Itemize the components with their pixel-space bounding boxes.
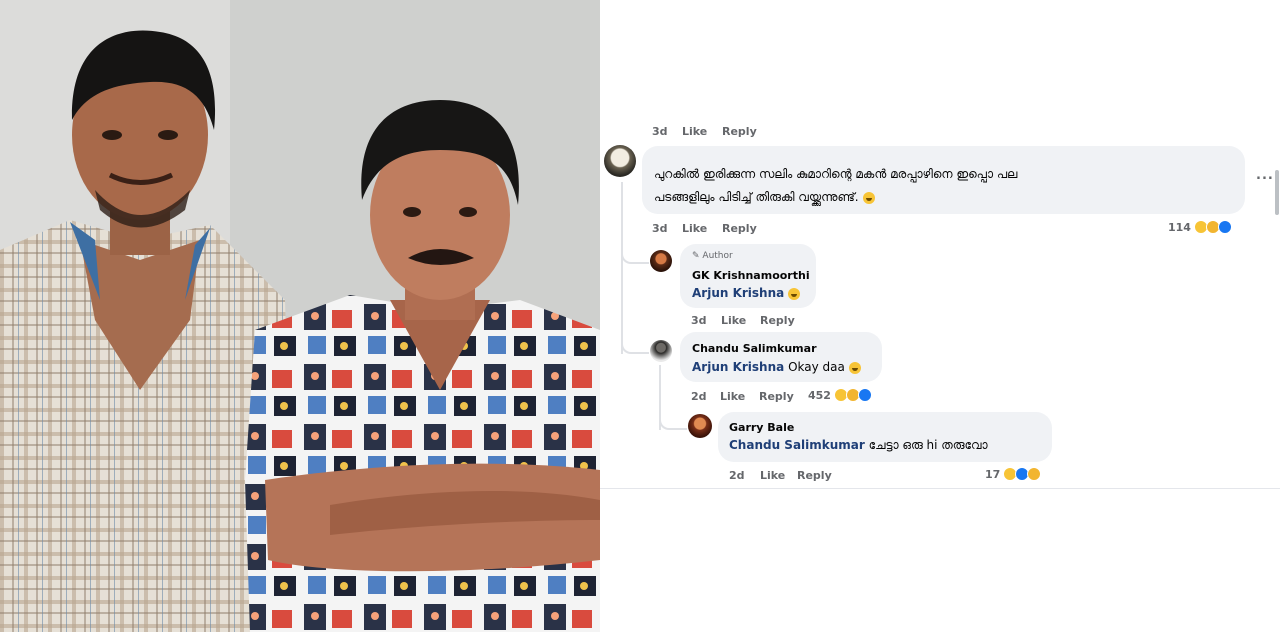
- comment-bubble: [718, 412, 1052, 462]
- reaction-count[interactable]: 452: [808, 388, 872, 402]
- avatar[interactable]: [688, 414, 712, 438]
- more-options-icon[interactable]: ...: [1256, 168, 1274, 183]
- comment-text: Arjun Krishna: [692, 286, 801, 300]
- avatar[interactable]: [604, 145, 636, 177]
- timestamp: 3d: [691, 314, 707, 327]
- timestamp: 3d: [652, 125, 668, 138]
- reply-link[interactable]: Reply: [797, 469, 832, 482]
- like-link[interactable]: Like: [682, 222, 707, 235]
- commenter-name[interactable]: GK Krishnamoorthi: [692, 269, 810, 282]
- reply-link[interactable]: Reply: [760, 314, 795, 327]
- smile-emoji-icon: [848, 361, 861, 374]
- reaction-number: 114: [1168, 220, 1191, 234]
- reaction-number: 17: [985, 467, 1001, 481]
- comment-text: Chandu Salimkumar ചേട്ടാ ഒരു hi തരുവോ: [729, 438, 988, 452]
- comment-text-line-1: പുറകിൽ ഇരിക്കുന്ന സലിം കുമാറിന്റെ മകൻ മര…: [654, 167, 1018, 181]
- like-link[interactable]: Like: [760, 469, 785, 482]
- like-link[interactable]: Like: [721, 314, 746, 327]
- reply-link[interactable]: Reply: [722, 125, 757, 138]
- like-link[interactable]: Like: [720, 390, 745, 403]
- author-badge: ✎ Author: [692, 251, 733, 261]
- smile-emoji-icon: [862, 191, 875, 204]
- thread-connector: [621, 244, 649, 264]
- like-link[interactable]: Like: [682, 125, 707, 138]
- commenter-name[interactable]: Chandu Salimkumar: [692, 342, 817, 355]
- thread-connector: [621, 332, 649, 354]
- mention-link[interactable]: Arjun Krishna: [692, 286, 784, 300]
- timestamp: 3d: [652, 222, 668, 235]
- mention-link[interactable]: Chandu Salimkumar: [729, 438, 865, 452]
- thread-line: [621, 182, 623, 354]
- thread-connector: [659, 410, 687, 430]
- comment-text: Arjun Krishna Okay daa: [692, 360, 861, 374]
- wow-reaction-icon: [1027, 467, 1042, 481]
- smile-emoji-icon: [788, 287, 801, 300]
- comment-text-line-2: പടങ്ങളിലും പിടിച്ച് തിരുകി വയ്ക്കുന്നുണ്…: [654, 190, 875, 205]
- reply-link[interactable]: Reply: [722, 222, 757, 235]
- comment-bubble: [680, 332, 882, 382]
- photo: [0, 0, 600, 632]
- photo-two-men-image: [0, 0, 600, 632]
- like-reaction-icon: [1217, 220, 1232, 234]
- avatar[interactable]: [650, 250, 672, 272]
- scrollbar[interactable]: [1275, 170, 1279, 215]
- reaction-number: 452: [808, 388, 831, 402]
- avatar[interactable]: [650, 340, 672, 362]
- reply-link[interactable]: Reply: [759, 390, 794, 403]
- commenter-name[interactable]: Garry Bale: [729, 421, 794, 434]
- timestamp: 2d: [729, 469, 745, 482]
- divider: [600, 488, 1280, 489]
- like-reaction-icon: [857, 388, 872, 402]
- timestamp: 2d: [691, 390, 707, 403]
- mention-link[interactable]: Arjun Krishna: [692, 360, 784, 374]
- reaction-count[interactable]: 114: [1168, 220, 1232, 234]
- reaction-count[interactable]: 17: [985, 467, 1042, 481]
